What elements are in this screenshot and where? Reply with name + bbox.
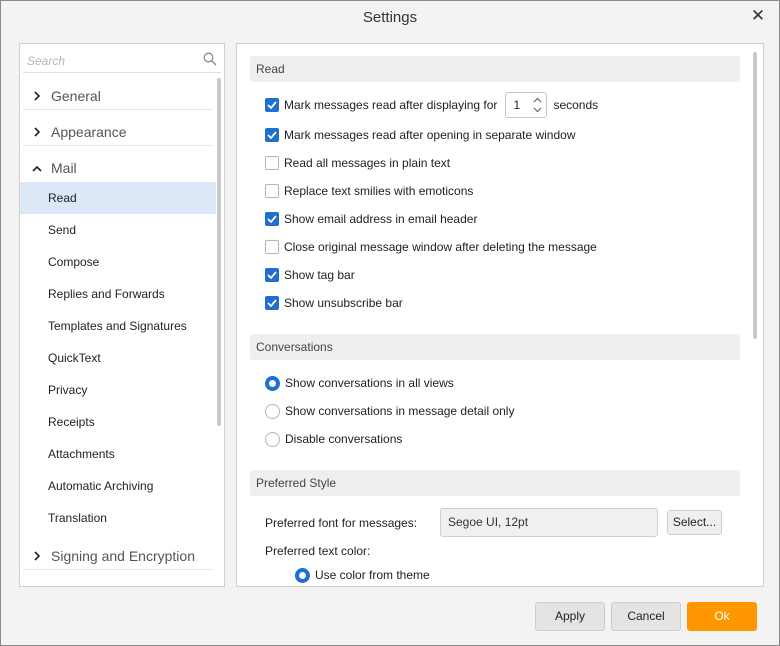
- search-box: [23, 47, 221, 73]
- content-scrollbar[interactable]: [753, 52, 757, 339]
- mark-read-separate-window-checkbox[interactable]: [265, 128, 279, 142]
- option-label: Show tag bar: [284, 268, 355, 282]
- nav-group-signing-and-encryption[interactable]: Signing and Encryption: [23, 542, 213, 570]
- chevron-up-icon: [23, 161, 51, 175]
- mark-read-after-display-option[interactable]: Mark messages read after displaying for …: [265, 92, 599, 118]
- nav-group-label: General: [51, 87, 101, 104]
- replace-smilies-option[interactable]: Replace text smilies with emoticons: [265, 181, 473, 201]
- chevron-right-icon: [23, 549, 51, 563]
- show-tag-bar-option[interactable]: Show tag bar: [265, 265, 355, 285]
- show-unsubscribe-bar-checkbox[interactable]: [265, 296, 279, 310]
- close-original-checkbox[interactable]: [265, 240, 279, 254]
- settings-nav: General Appearance Mail Read Send Compos…: [20, 82, 216, 570]
- preferred-text-color-label: Preferred text color:: [265, 544, 371, 558]
- title-bar: Settings ✕: [1, 1, 779, 35]
- use-theme-color-option[interactable]: Use color from theme: [295, 565, 430, 585]
- section-header-conversations: Conversations: [250, 334, 740, 360]
- option-label: Show conversations in message detail onl…: [285, 404, 515, 418]
- nav-group-appearance[interactable]: Appearance: [23, 118, 213, 146]
- chevron-right-icon: [23, 89, 51, 103]
- preferred-font-field: Segoe UI, 12pt: [440, 508, 658, 537]
- chevron-right-icon: [23, 125, 51, 139]
- option-label: Replace text smilies with emoticons: [284, 184, 474, 198]
- use-theme-color-radio[interactable]: [295, 567, 310, 583]
- nav-group-label: Appearance: [51, 123, 127, 140]
- option-label: Mark messages read after displaying for: [284, 98, 498, 112]
- option-label: Show conversations in all views: [285, 376, 454, 390]
- option-label: Use color from theme: [315, 568, 430, 582]
- seconds-stepper[interactable]: 1: [505, 92, 548, 118]
- plain-text-option[interactable]: Read all messages in plain text: [265, 153, 450, 173]
- chevron-down-icon[interactable]: [531, 105, 543, 115]
- sidebar-item-templates-and-signatures[interactable]: Templates and Signatures: [20, 310, 216, 342]
- seconds-value[interactable]: 1: [513, 98, 520, 112]
- sidebar-item-send[interactable]: Send: [20, 214, 216, 246]
- sidebar-scrollbar[interactable]: [217, 78, 221, 426]
- sidebar-item-privacy[interactable]: Privacy: [20, 374, 216, 406]
- sidebar-item-quicktext[interactable]: QuickText: [20, 342, 216, 374]
- option-label: Show email address in email header: [284, 212, 478, 226]
- conversations-all-views-option[interactable]: Show conversations in all views: [265, 373, 454, 393]
- nav-group-label: Signing and Encryption: [51, 547, 195, 564]
- sidebar-item-attachments[interactable]: Attachments: [20, 438, 216, 470]
- show-tag-bar-checkbox[interactable]: [265, 268, 279, 282]
- search-input[interactable]: [27, 51, 197, 71]
- close-original-option[interactable]: Close original message window after dele…: [265, 237, 597, 257]
- mark-read-separate-window-option[interactable]: Mark messages read after opening in sepa…: [265, 125, 576, 145]
- sidebar-item-translation[interactable]: Translation: [20, 502, 216, 534]
- show-email-address-checkbox[interactable]: [265, 212, 279, 226]
- settings-content: Read Mark messages read after displaying…: [236, 43, 764, 587]
- nav-group-general[interactable]: General: [23, 82, 213, 110]
- close-icon: ✕: [750, 6, 766, 25]
- plain-text-checkbox[interactable]: [265, 156, 279, 170]
- chevron-up-icon[interactable]: [531, 95, 543, 105]
- settings-sidebar: General Appearance Mail Read Send Compos…: [19, 43, 225, 587]
- conversations-detail-only-option[interactable]: Show conversations in message detail onl…: [265, 401, 514, 421]
- disable-conversations-option[interactable]: Disable conversations: [265, 429, 402, 449]
- conversations-all-views-radio[interactable]: [265, 375, 280, 391]
- disable-conversations-radio[interactable]: [265, 431, 280, 447]
- show-email-address-option[interactable]: Show email address in email header: [265, 209, 477, 229]
- sidebar-item-replies-and-forwards[interactable]: Replies and Forwards: [20, 278, 216, 310]
- sidebar-item-read[interactable]: Read: [20, 182, 216, 214]
- option-label: Show unsubscribe bar: [284, 296, 403, 310]
- replace-smilies-checkbox[interactable]: [265, 184, 279, 198]
- select-font-button[interactable]: Select...: [667, 510, 722, 535]
- option-label: Disable conversations: [285, 432, 403, 446]
- option-label: Mark messages read after opening in sepa…: [284, 128, 576, 142]
- nav-group-mail[interactable]: Mail: [23, 154, 213, 182]
- sidebar-item-receipts[interactable]: Receipts: [20, 406, 216, 438]
- mark-read-after-display-checkbox[interactable]: [265, 98, 279, 112]
- settings-window: Settings ✕ General: [0, 0, 780, 646]
- close-button[interactable]: ✕: [749, 6, 767, 26]
- cancel-button[interactable]: Cancel: [611, 602, 681, 631]
- window-title: Settings: [362, 9, 418, 26]
- seconds-suffix: seconds: [553, 98, 599, 112]
- conversations-detail-only-radio[interactable]: [265, 403, 280, 419]
- ok-button[interactable]: Ok: [687, 602, 757, 631]
- search-icon[interactable]: [203, 52, 217, 66]
- sidebar-item-automatic-archiving[interactable]: Automatic Archiving: [20, 470, 216, 502]
- preferred-font-label: Preferred font for messages:: [265, 516, 418, 530]
- apply-button[interactable]: Apply: [535, 602, 605, 631]
- option-label: Read all messages in plain text: [284, 156, 451, 170]
- section-header-read: Read: [250, 56, 740, 82]
- show-unsubscribe-bar-option[interactable]: Show unsubscribe bar: [265, 293, 403, 313]
- section-header-preferred-style: Preferred Style: [250, 470, 740, 496]
- sidebar-item-compose[interactable]: Compose: [20, 246, 216, 278]
- nav-group-label: Mail: [51, 160, 77, 176]
- option-label: Close original message window after dele…: [284, 240, 597, 254]
